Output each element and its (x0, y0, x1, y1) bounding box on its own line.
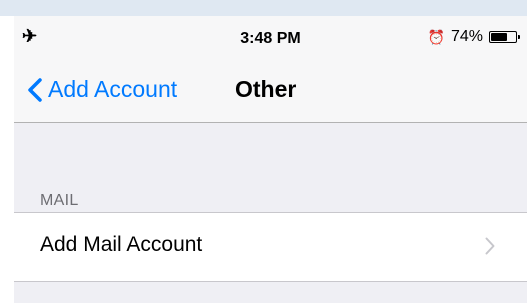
chevron-right-icon (485, 237, 495, 255)
add-mail-account-cell[interactable]: Add Mail Account (14, 213, 527, 281)
battery-tip (518, 35, 520, 39)
navigation-bar: Add Account Other (14, 56, 527, 123)
page-title: Other (235, 76, 297, 102)
back-label: Add Account (48, 76, 178, 102)
cell-label: Add Mail Account (40, 233, 203, 256)
chevron-left-icon (28, 77, 42, 102)
back-button[interactable]: Add Account (24, 76, 177, 103)
battery-percent: 74% (450, 28, 483, 45)
status-right: ⏰ 74% (427, 28, 520, 46)
top-background-band (0, 0, 527, 16)
alarm-icon: ⏰ (427, 28, 445, 45)
device-screen: ✈ 3:48 PM ⏰ 74% Add Account Other MAIL A… (14, 16, 527, 303)
battery-icon (489, 31, 520, 43)
status-bar: ✈ 3:48 PM ⏰ 74% (14, 16, 527, 56)
section-header-mail: MAIL (40, 192, 79, 209)
mail-group: Add Mail Account (14, 212, 527, 282)
battery-fill (491, 33, 507, 41)
